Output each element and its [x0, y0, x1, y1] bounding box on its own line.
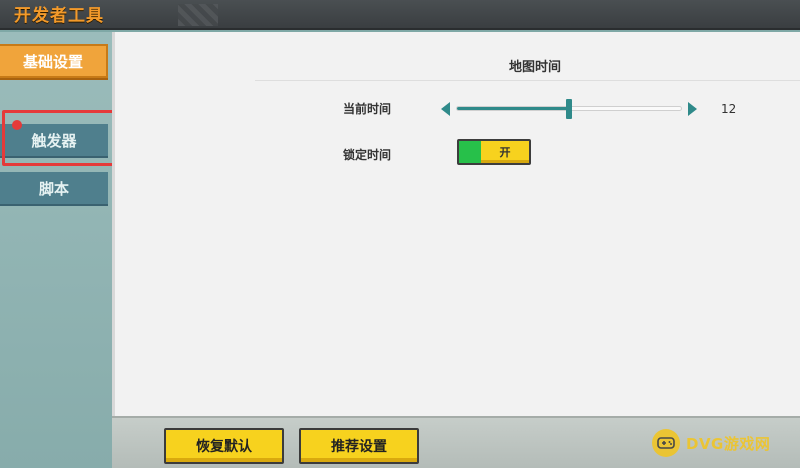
red-dot-marker: [12, 120, 22, 130]
bottom-bar: 恢复默认 推荐设置 DVG游戏网: [112, 416, 800, 468]
sidebar-item-basic-settings[interactable]: 基础设置: [0, 44, 108, 78]
window-title: 开发者工具: [14, 6, 104, 26]
gamepad-icon: [652, 429, 680, 457]
toggle-state-label: 开: [499, 146, 511, 159]
restore-defaults-button[interactable]: 恢复默认: [164, 428, 284, 464]
highlight-box: [2, 110, 120, 166]
arrow-right-icon[interactable]: [688, 102, 697, 116]
section-title: 地图时间: [508, 60, 561, 75]
time-slider-value: 12: [721, 102, 737, 116]
sidebar: 基础设置 触发器 脚本: [0, 32, 120, 468]
lock-time-toggle[interactable]: 开: [457, 139, 531, 165]
sidebar-item-scripts[interactable]: 脚本: [0, 172, 108, 206]
lock-time-label: 锁定时间: [343, 148, 392, 162]
time-slider-fill: [457, 107, 569, 110]
current-time-label: 当前时间: [343, 102, 392, 116]
toggle-knob: 开: [481, 141, 529, 163]
sidebar-item-label: 基础设置: [22, 52, 83, 71]
title-decoration: [178, 4, 218, 26]
arrow-left-icon[interactable]: [441, 102, 450, 116]
watermark-text: DVG游戏网: [686, 434, 771, 453]
toggle-on-indicator: [459, 141, 481, 163]
time-slider-thumb[interactable]: [566, 99, 572, 119]
recommended-settings-button[interactable]: 推荐设置: [299, 428, 419, 464]
section-divider: [255, 80, 800, 81]
title-bar: 开发者工具: [0, 0, 800, 30]
sidebar-item-label: 脚本: [38, 179, 69, 198]
watermark: DVG游戏网: [652, 426, 770, 460]
settings-panel: 地图时间 当前时间 12 锁定时间 开: [112, 32, 800, 416]
recommended-settings-label: 推荐设置: [331, 439, 387, 455]
restore-defaults-label: 恢复默认: [196, 439, 252, 455]
